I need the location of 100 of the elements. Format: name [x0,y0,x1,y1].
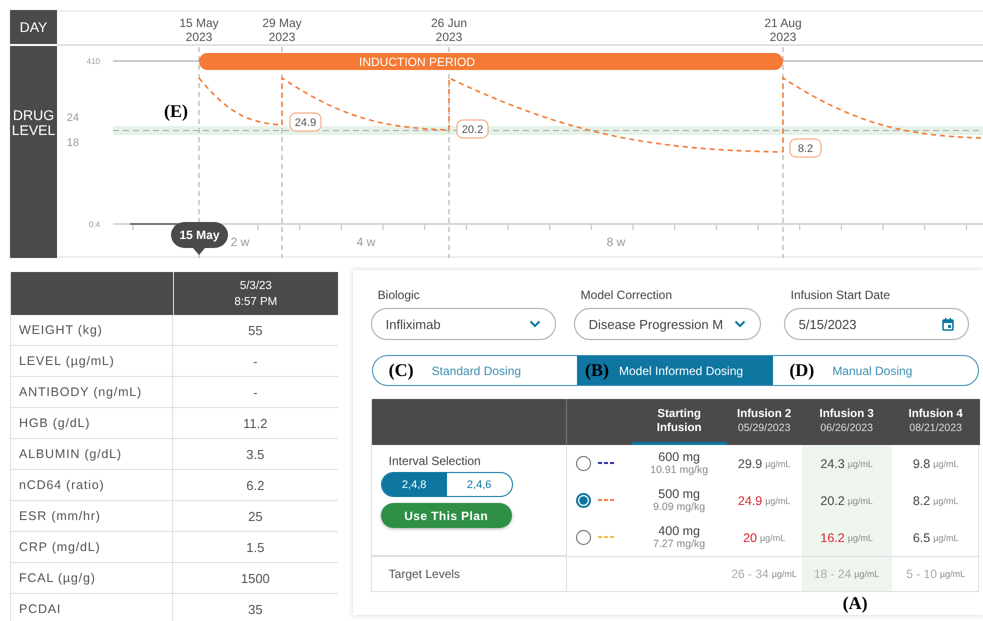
field-label: Model Correction [580,288,674,302]
lab-value-cell-text: 11.2 [242,414,268,432]
interval-option[interactable]: 2,4,6 [446,473,512,496]
unit-text: µg/mL [848,496,873,506]
annotation-label: (B) [584,360,609,381]
dose-per-kg-text: 7.27 mg/kg [653,538,706,550]
column-header: Starting Infusion [632,399,727,445]
date-label: 26 Jun [430,16,468,30]
lab-value-cell-text: 1500 [240,570,271,588]
trough-callout: 24.9 [289,112,322,132]
date-tooltip: 15 May [171,222,228,255]
chevron-down-icon [528,320,541,328]
lab-name-cell: CRP (mg/dL) [11,532,173,562]
lab-name-cell: nCD64 (ratio) [11,470,173,500]
use-plan-button[interactable]: Use This Plan [380,503,512,528]
lab-value-cell-text: 25 [247,508,264,526]
lab-name-cell: PCDAI [11,594,173,621]
date-label: 29 May [262,16,302,30]
column-header: 5/3/23 [240,278,272,294]
dose-per-kg-text: 9.09 mg/kg [653,500,706,514]
level-value: 16.2 [820,530,845,544]
lab-name-cell: ALBUMIN (g/dL) [11,439,173,469]
induction-period-bar: INDUCTION PERIOD [199,53,783,70]
axis-label: DRUG LEVEL [10,108,56,140]
level-value: 20.2 [820,494,845,508]
annotation-label: (D) [789,360,814,381]
radio-button[interactable] [576,492,591,508]
level-value: 20 [743,530,757,544]
field-label: Biologic [376,288,421,302]
trough-callout: 8.2 [789,138,822,158]
interval-option[interactable]: 2,4,8 [382,473,447,496]
lab-value-cell-text: - [252,352,258,370]
y-axis-label: 0.4 [88,220,100,229]
level-value: 24.9 [738,494,762,508]
column-header: Infusion 4 08/21/2023 [892,399,980,445]
unit-text: µg/mL [940,569,966,579]
year-label: 2023 [186,30,212,44]
lab-name-cell: HGB (g/dL) [11,408,173,438]
field-label: Infusion Start Date [790,288,892,302]
annotation-label: (C) [388,360,414,381]
trough-callout: 20.2 [456,119,489,139]
radio-button[interactable] [576,456,591,470]
level-value: 8.2 [912,494,930,508]
lab-value-cell-text: - [252,384,258,402]
level-value: 29.9 [738,456,762,470]
target-range: 26 - 34 [731,567,769,581]
lab-value-cell-text: 1.5 [245,538,266,556]
unit-text: µg/mL [772,569,797,579]
target-range: 18 - 24 [814,567,852,581]
unit-text: µg/mL [760,532,786,542]
chevron-down-icon [734,320,746,328]
unit-text: µg/mL [933,496,958,506]
dosing-tab[interactable]: Manual Dosing [832,364,912,378]
column-header: Infusion 2 05/29/2023 [726,399,802,445]
dosing-tab[interactable]: Standard Dosing [432,364,522,378]
level-value: 9.8 [912,456,930,470]
unit-text: µg/mL [933,532,958,542]
calendar-icon [942,318,954,330]
dosing-tab[interactable]: Model Informed Dosing [618,364,744,378]
annotation-label: (E) [164,101,188,121]
date-field[interactable]: 5/15/2023 [784,308,969,340]
unit-text: µg/mL [848,532,873,542]
dropdown-field[interactable]: Infliximab [370,308,556,340]
lab-value-cell-text: 35 [247,600,264,618]
lab-name-cell: ANTIBODY (ng/mL) [11,377,173,407]
lab-value-cell-text: 6.2 [245,476,266,494]
level-value: 6.5 [912,530,930,544]
row-label: DAY [20,19,48,35]
y-axis-label: 24 [66,112,79,124]
lab-name-cell: FCAL (µg/g) [11,563,173,593]
unit-text: µg/mL [765,458,790,468]
year-label: 2023 [268,30,296,44]
dose-text: 400 mg [658,524,700,538]
date-label: 15 May [179,16,219,30]
year-label: 2023 [436,30,462,44]
lab-value-cell-text: 55 [247,322,264,340]
target-label: Target Levels [388,567,460,581]
year-label: 2023 [770,30,796,44]
unit-text: µg/mL [854,569,880,579]
date-label: 21 Aug [764,16,802,30]
radio-button[interactable] [576,530,591,544]
interval-label: 2 w [230,235,250,249]
lab-name-cell: WEIGHT (kg) [11,315,173,345]
unit-text: µg/mL [765,496,790,506]
annotation-label: (A) [842,592,868,614]
dose-per-kg-text: 10.91 mg/kg [650,464,708,476]
dose-text: 600 mg [658,450,700,464]
interval-label: Interval Selection [388,454,482,468]
y-axis-label: 18 [66,137,79,149]
unit-text: µg/mL [848,458,873,468]
y-axis-label: 410 [86,57,100,66]
interval-label: 8 w [606,235,626,249]
level-value: 24.3 [820,456,845,470]
lab-name-cell: LEVEL (µg/mL) [11,346,173,376]
column-header: 8:57 PM [234,294,278,310]
dropdown-field[interactable]: Disease Progression M [574,308,761,340]
column-header: Infusion 3 06/26/2023 [802,399,892,445]
interval-label: 4 w [356,235,376,249]
unit-text: µg/mL [933,458,958,468]
target-range: 5 - 10 [906,567,937,581]
